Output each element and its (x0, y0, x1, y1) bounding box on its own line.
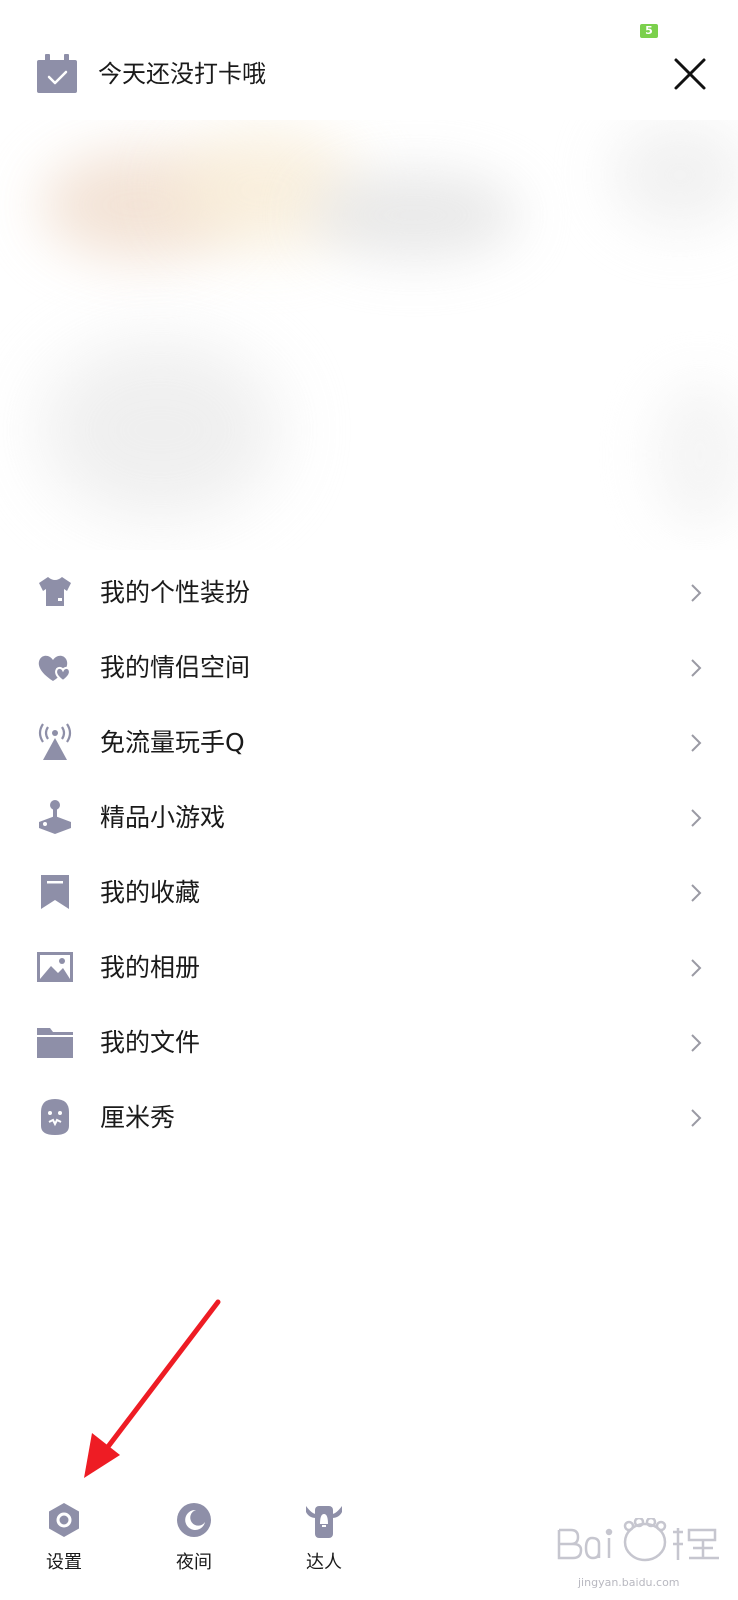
checkin-status-text[interactable]: 今天还没打卡哦 (98, 54, 266, 94)
expert-label: 达人 (306, 1552, 342, 1573)
menu-item-label: 我的收藏 (100, 878, 201, 907)
signal-tower-icon (38, 723, 72, 760)
checkin-header: 今天还没打卡哦 (0, 40, 738, 120)
hearts-icon (38, 655, 71, 683)
chevron-right-icon (691, 959, 702, 977)
settings-button[interactable]: 设置 (24, 1500, 104, 1590)
calendar-check-icon[interactable] (36, 54, 78, 94)
tshirt-icon (39, 577, 71, 606)
menu-item-mini-games[interactable]: 精品小游戏 (0, 780, 738, 855)
folder-icon (37, 1028, 73, 1058)
menu-item-label: 厘米秀 (100, 1103, 176, 1132)
chevron-right-icon (691, 734, 702, 752)
chevron-right-icon (691, 1109, 702, 1127)
night-mode-button[interactable]: 夜间 (154, 1500, 234, 1590)
avatar-face-icon (41, 1099, 69, 1135)
chevron-right-icon (691, 584, 702, 602)
expert-button[interactable]: 达人 (284, 1500, 364, 1590)
winged-badge-icon (306, 1506, 342, 1538)
bottom-bar: 设置 夜间 达人 (0, 1500, 420, 1600)
menu-list: 我的个性装扮 我的情侣空间 免流量玩手Q 精品小游戏 我的收藏 我的相册 我的文… (0, 555, 738, 1155)
menu-item-label: 我的文件 (100, 1028, 201, 1057)
moon-icon (177, 1503, 211, 1537)
close-icon[interactable] (672, 56, 708, 92)
bookmark-icon (41, 875, 69, 909)
menu-item-files[interactable]: 我的文件 (0, 1005, 738, 1080)
menu-item-album[interactable]: 我的相册 (0, 930, 738, 1005)
watermark-text: jingyan.baidu.com (578, 1576, 680, 1589)
profile-area-blurred (0, 120, 738, 550)
menu-item-free-data[interactable]: 免流量玩手Q (0, 705, 738, 780)
night-mode-label: 夜间 (176, 1552, 212, 1573)
menu-item-label: 我的情侣空间 (100, 653, 251, 682)
menu-item-label: 免流量玩手Q (100, 728, 245, 757)
menu-item-cmshow[interactable]: 厘米秀 (0, 1080, 738, 1155)
gear-icon (49, 1503, 79, 1537)
chevron-right-icon (691, 809, 702, 827)
status-badge: 5 (640, 24, 658, 38)
baidu-watermark-logo (557, 1518, 719, 1562)
menu-item-label: 我的相册 (100, 953, 201, 982)
menu-item-favorites[interactable]: 我的收藏 (0, 855, 738, 930)
menu-item-couple-space[interactable]: 我的情侣空间 (0, 630, 738, 705)
image-icon (37, 952, 73, 982)
chevron-right-icon (691, 659, 702, 677)
menu-item-personal-style[interactable]: 我的个性装扮 (0, 555, 738, 630)
joystick-icon (39, 800, 71, 834)
menu-item-label: 精品小游戏 (100, 803, 226, 832)
chevron-right-icon (691, 1034, 702, 1052)
menu-item-label: 我的个性装扮 (100, 578, 251, 607)
chevron-right-icon (691, 884, 702, 902)
settings-label: 设置 (46, 1552, 82, 1573)
